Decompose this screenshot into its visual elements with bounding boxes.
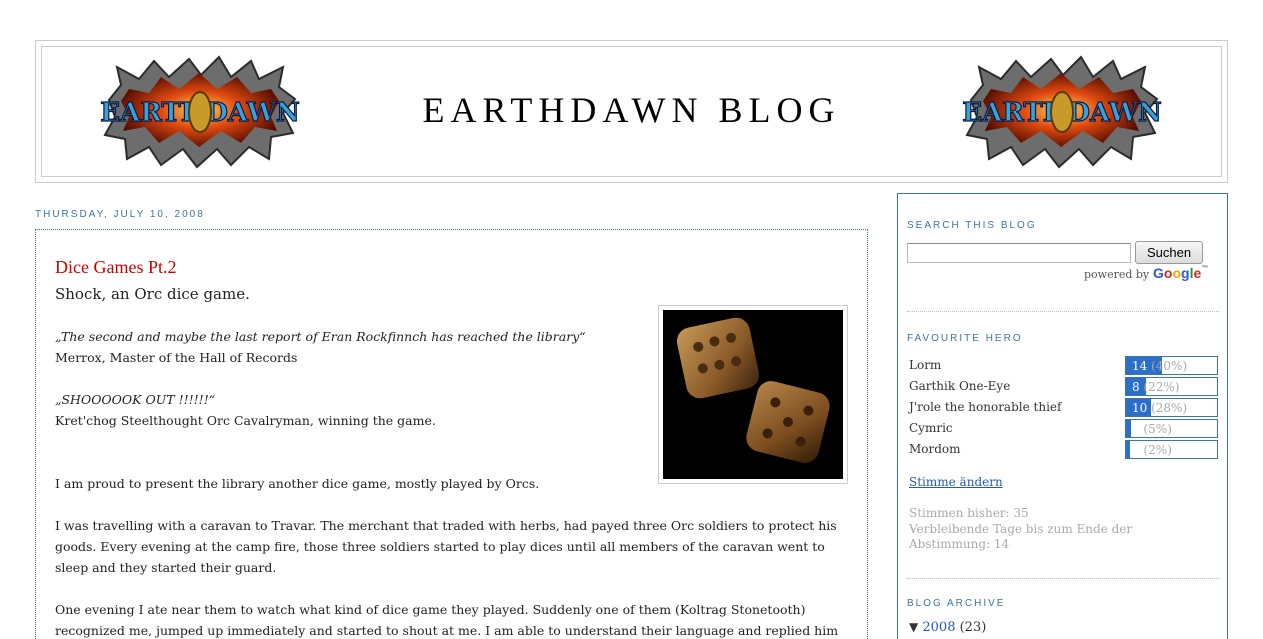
search-heading: SEARCH THIS BLOG xyxy=(907,220,1037,231)
days-left: Verbleibende Tage bis zum Ende der Absti… xyxy=(909,521,1133,552)
poll-vote-count: 8 xyxy=(1132,380,1140,394)
post-body: „The second and maybe the last report of… xyxy=(55,326,845,639)
poll-vote-count: 1 xyxy=(1132,443,1140,457)
blog-header: EARTHDAWN EARTHDAWN BLOG EARTHDAWN xyxy=(35,40,1228,183)
poll-option-label: Garthik One-Eye xyxy=(909,379,1011,393)
poll-option-label: Mordom xyxy=(909,442,961,456)
post: Dice Games Pt.2 Shock, an Orc dice game. xyxy=(35,229,868,639)
poll-option: Garthik One-Eye 8 (22%) xyxy=(909,377,1219,396)
poll-result-text: 1 (2%) xyxy=(1132,443,1172,457)
poll-result-text: 14 (40%) xyxy=(1132,359,1187,373)
sidebar: SEARCH THIS BLOG Suchen powered by Googl… xyxy=(897,193,1228,639)
poll-bar-fill xyxy=(1126,441,1130,458)
poll-option: Mordom 1 (2%) xyxy=(909,440,1219,459)
poll-percent: (5%) xyxy=(1143,422,1172,436)
poll-result-text: 10 (28%) xyxy=(1132,401,1187,415)
poll-result-text: 8 (22%) xyxy=(1132,380,1180,394)
poll-option: J'role the honorable thief 10 (28%) xyxy=(909,398,1219,417)
post-title[interactable]: Dice Games Pt.2 xyxy=(55,257,176,278)
poll-result-bar: 8 (22%) xyxy=(1125,377,1218,396)
header-inner-frame: EARTHDAWN EARTHDAWN BLOG EARTHDAWN xyxy=(41,46,1222,177)
archive-year-count: (23) xyxy=(959,620,987,635)
poll-percent: (22%) xyxy=(1143,380,1180,394)
change-vote-link[interactable]: Stimme ändern xyxy=(909,475,1003,489)
post-date: THURSDAY, JULY 10, 2008 xyxy=(35,209,205,220)
poll-option-label: Lorm xyxy=(909,358,942,372)
google-logo[interactable]: Google™ xyxy=(1153,265,1208,281)
archive-year-item: ▼ 2008 (23) xyxy=(909,620,986,635)
poll-vote-count: 2 xyxy=(1132,422,1140,436)
poll-option: Lorm 14 (40%) xyxy=(909,356,1219,375)
collapse-triangle-icon[interactable]: ▼ xyxy=(909,620,918,634)
poll-result-bar: 2 (5%) xyxy=(1125,419,1218,438)
poll-percent: (2%) xyxy=(1143,443,1172,457)
poll-result-bar: 14 (40%) xyxy=(1125,356,1218,375)
quote-2-attribution: Kret'chog Steelthought Orc Cavalryman, w… xyxy=(55,413,436,428)
paragraph-1: I am proud to present the library anothe… xyxy=(55,476,540,491)
poll-option-label: J'role the honorable thief xyxy=(909,400,1062,414)
post-subtitle: Shock, an Orc dice game. xyxy=(55,285,250,303)
quote-1: „The second and maybe the last report of… xyxy=(55,329,586,344)
archive-heading: BLOG ARCHIVE xyxy=(907,598,1006,609)
poll-percent: (40%) xyxy=(1151,359,1188,373)
quote-1-attribution: Merrox, Master of the Hall of Records xyxy=(55,350,298,365)
poll-vote-count: 10 xyxy=(1132,401,1148,415)
trademark-symbol: ™ xyxy=(1201,265,1209,272)
poll-result-bar: 10 (28%) xyxy=(1125,398,1218,417)
section-divider xyxy=(907,578,1219,579)
search-button[interactable]: Suchen xyxy=(1135,241,1203,264)
poll-bar-fill xyxy=(1126,420,1131,437)
search-input[interactable] xyxy=(907,243,1131,263)
section-divider xyxy=(907,311,1219,312)
poll-option-label: Cymric xyxy=(909,421,953,435)
poll-vote-count: 14 xyxy=(1132,359,1148,373)
poll-result-text: 2 (5%) xyxy=(1132,422,1172,436)
archive-year-link[interactable]: 2008 xyxy=(922,620,955,635)
poll-stats: Stimmen bisher: 35 Verbleibende Tage bis… xyxy=(909,506,1214,553)
poll-percent: (28%) xyxy=(1151,401,1188,415)
poll-option: Cymric 2 (5%) xyxy=(909,419,1219,438)
paragraph-3: One evening I ate near them to watch wha… xyxy=(55,602,839,638)
earthdawn-logo-right[interactable]: EARTHDAWN xyxy=(961,55,1163,169)
poll-result-bar: 1 (2%) xyxy=(1125,440,1218,459)
votes-so-far: Stimmen bisher: 35 xyxy=(909,506,1029,520)
quote-2: „SHOOOOOK OUT !!!!!!“ xyxy=(55,392,216,407)
paragraph-2: I was travelling with a caravan to Trava… xyxy=(55,518,837,575)
poll-heading: FAVOURITE HERO xyxy=(907,333,1023,344)
powered-by-label: powered by xyxy=(1084,268,1150,281)
